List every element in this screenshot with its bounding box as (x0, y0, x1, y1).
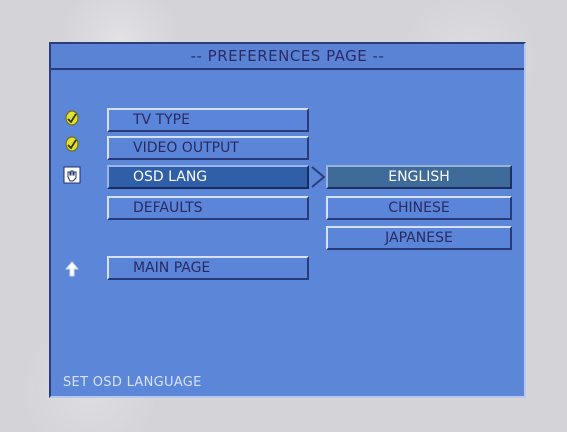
screen: -- PREFERENCES PAGE -- TV TYPE VIDEO OUT… (0, 0, 567, 432)
hand-pointer-icon (63, 166, 81, 184)
menu-item-label: DEFAULTS (133, 200, 203, 216)
language-option-label: ENGLISH (388, 169, 450, 185)
language-option-japanese[interactable]: JAPANESE (326, 226, 512, 250)
menu-item-osd-lang[interactable]: OSD LANG (107, 165, 309, 189)
checkmark-icon (65, 110, 79, 126)
language-option-chinese[interactable]: CHINESE (326, 196, 512, 220)
menu-item-tv-type[interactable]: TV TYPE (107, 108, 309, 132)
menu-item-label: OSD LANG (133, 169, 208, 185)
main-page-label: MAIN PAGE (133, 260, 211, 276)
up-arrow-icon (64, 261, 80, 277)
language-option-label: CHINESE (388, 200, 450, 216)
menu-item-defaults[interactable]: DEFAULTS (107, 196, 309, 220)
status-text: SET OSD LANGUAGE (63, 375, 202, 390)
menu-item-label: VIDEO OUTPUT (133, 140, 239, 156)
language-option-english[interactable]: ENGLISH (326, 165, 512, 189)
main-page-button[interactable]: MAIN PAGE (107, 256, 309, 280)
menu-item-label: TV TYPE (133, 112, 190, 128)
chevron-right-icon (311, 166, 326, 188)
page-title: -- PREFERENCES PAGE -- (51, 44, 524, 70)
language-option-label: JAPANESE (385, 230, 453, 246)
menu-item-video-output[interactable]: VIDEO OUTPUT (107, 136, 309, 160)
checkmark-icon (65, 136, 79, 152)
preferences-panel: -- PREFERENCES PAGE -- TV TYPE VIDEO OUT… (49, 42, 526, 398)
